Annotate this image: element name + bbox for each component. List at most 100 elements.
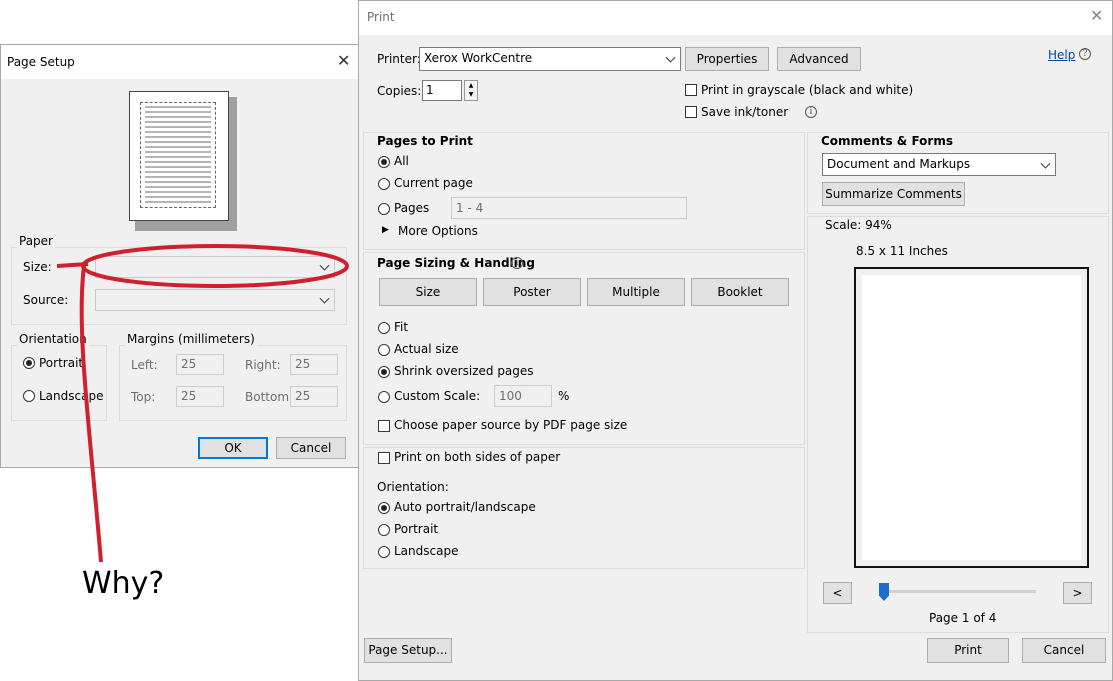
pages-range-field[interactable]: 1 - 4 [451,197,687,219]
ok-button[interactable]: OK [198,437,268,459]
source-label: Source: [23,293,69,307]
current-page-label: Current page [394,176,473,190]
stepper-down-icon[interactable]: ▼ [465,90,477,99]
auto-orient-radio[interactable] [378,502,390,514]
chevron-down-icon [319,260,330,271]
tab-poster[interactable]: Poster [483,278,581,306]
advanced-button[interactable]: Advanced [777,47,861,71]
page-setup-dialog: Page Setup ✕ Paper Size: Source: Orienta… [0,44,359,468]
pages-range-value: 1 - 4 [456,201,484,215]
annotation-text: Why? [82,566,165,601]
shrink-radio[interactable] [378,366,390,378]
right-margin-label: Right: [245,358,281,372]
close-icon[interactable]: ✕ [1090,6,1103,25]
tab-size[interactable]: Size [379,278,477,306]
bottom-margin-value: 25 [295,389,311,403]
tab-multiple[interactable]: Multiple [587,278,685,306]
page-slider-track[interactable] [880,590,1036,593]
margins-group-title: Margins (millimeters) [125,332,257,346]
custom-scale-label: Custom Scale: [394,389,481,403]
chevron-down-icon [1040,158,1051,169]
help-link[interactable]: Help [1048,48,1075,62]
stepper-up-icon[interactable]: ▲ [465,81,477,90]
custom-scale-field[interactable]: 100 [494,385,552,407]
cancel-button[interactable]: Cancel [1022,638,1106,663]
info-icon[interactable]: i [805,106,817,118]
info-icon[interactable]: i [511,257,523,269]
paper-group-title: Paper [17,234,55,248]
bottom-margin-label: Bottom: [245,390,294,404]
print-title: Print [367,10,395,24]
comments-value: Document and Markups [827,157,971,171]
printer-label: Printer: [377,52,421,66]
landscape-radio[interactable] [23,390,35,402]
portrait-radio[interactable] [378,524,390,536]
print-button[interactable]: Print [927,638,1009,663]
fit-label: Fit [394,320,409,334]
copies-field[interactable]: 1 [422,80,462,101]
all-pages-radio[interactable] [378,156,390,168]
choose-paper-label: Choose paper source by PDF page size [394,418,628,432]
chevron-down-icon [319,293,330,304]
tab-booklet[interactable]: Booklet [691,278,789,306]
custom-scale-value: 100 [499,389,522,403]
choose-paper-checkbox[interactable] [378,420,390,432]
next-page-button[interactable]: > [1063,582,1092,604]
save-ink-checkbox[interactable] [685,106,697,118]
paper-source-select[interactable] [95,289,335,311]
portrait-label: Portrait [39,356,84,370]
right-margin-field[interactable]: 25 [290,354,338,375]
pages-label: Pages [394,201,430,215]
help-icon[interactable]: ? [1079,48,1091,60]
chevron-down-icon [665,52,676,63]
fit-radio[interactable] [378,322,390,334]
page-setup-button[interactable]: Page Setup... [364,638,452,663]
percent-label: % [558,389,570,403]
more-options-label[interactable]: More Options [398,224,478,238]
left-margin-field[interactable]: 25 [176,354,224,375]
cancel-button[interactable]: Cancel [276,437,346,459]
page-preview-margins [140,102,216,208]
landscape-radio[interactable] [378,546,390,558]
pages-radio[interactable] [378,203,390,215]
top-margin-value: 25 [181,389,197,403]
both-sides-label: Print on both sides of paper [394,450,561,464]
copies-value: 1 [426,83,434,97]
scale-label: Scale: 94% [825,218,892,232]
close-icon[interactable]: ✕ [337,51,350,70]
both-sides-checkbox[interactable] [378,452,390,464]
all-pages-label: All [394,154,409,168]
preview-page [854,267,1089,568]
previous-page-button[interactable]: < [823,582,852,604]
orientation-group-title: Orientation [17,332,89,346]
summarize-comments-button[interactable]: Summarize Comments [822,182,965,206]
comments-select[interactable]: Document and Markups [822,153,1056,176]
grayscale-label: Print in grayscale (black and white) [701,83,914,97]
bottom-margin-field[interactable]: 25 [290,386,338,407]
page-counter: Page 1 of 4 [929,611,997,625]
page-setup-title: Page Setup [7,55,75,69]
size-label: Size: [23,260,52,274]
shrink-label: Shrink oversized pages [394,364,534,378]
properties-button[interactable]: Properties [685,47,769,71]
portrait-radio[interactable] [23,357,35,369]
print-dialog: Print ✕ Printer: Xerox WorkCentre Proper… [358,0,1113,681]
paper-size-label: 8.5 x 11 Inches [856,244,948,258]
print-titlebar: Print ✕ [359,1,1112,35]
right-margin-value: 25 [295,357,311,371]
actual-size-radio[interactable] [378,344,390,356]
paper-size-select[interactable] [95,256,335,278]
top-margin-field[interactable]: 25 [176,386,224,407]
expand-arrow-icon[interactable]: ▶ [382,225,389,235]
landscape-label: Landscape [394,544,459,558]
save-ink-label: Save ink/toner [701,105,789,119]
orientation-label: Orientation: [377,480,449,494]
grayscale-checkbox[interactable] [685,84,697,96]
pages-to-print-title: Pages to Print [377,134,473,148]
printer-select[interactable]: Xerox WorkCentre [419,47,681,71]
custom-scale-radio[interactable] [378,391,390,403]
copies-stepper[interactable]: ▲ ▼ [464,80,478,101]
current-page-radio[interactable] [378,178,390,190]
left-margin-label: Left: [131,358,158,372]
portrait-label: Portrait [394,522,439,536]
